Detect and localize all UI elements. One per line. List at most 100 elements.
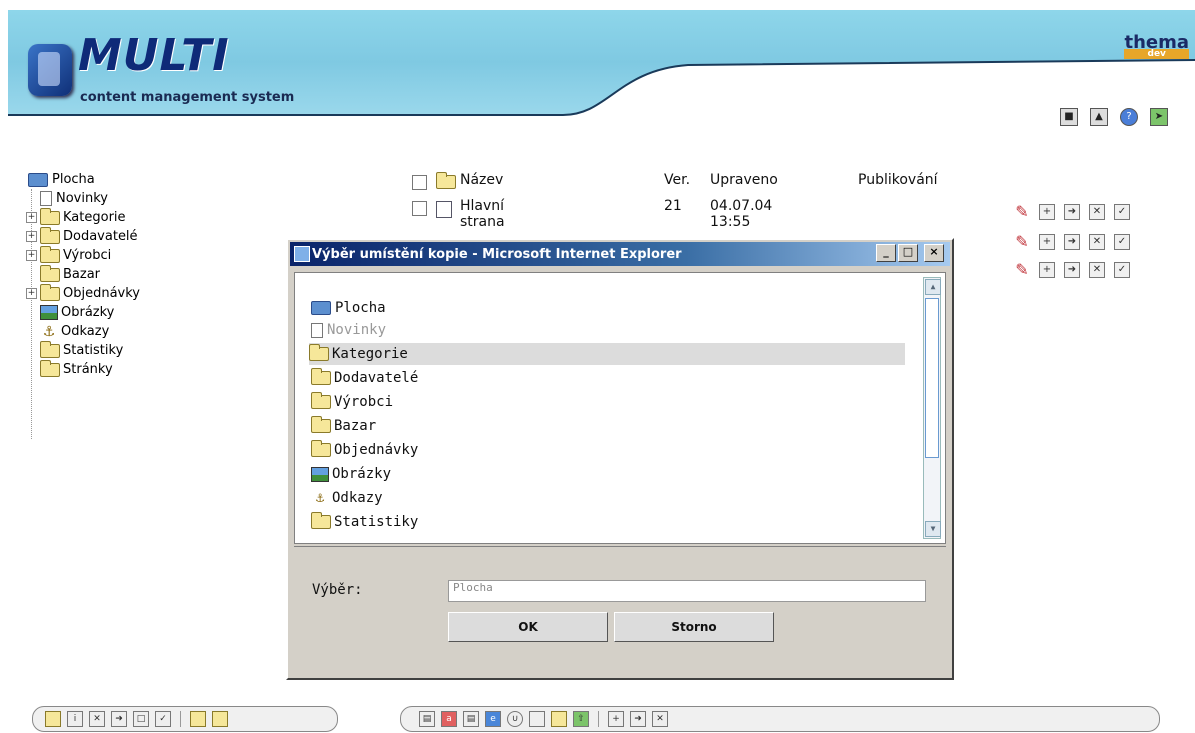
list-item[interactable]: Obrázky (311, 463, 391, 485)
publish-icon[interactable]: ✓ (1114, 204, 1130, 220)
folder-icon (40, 340, 60, 358)
move-icon[interactable]: ➜ (1064, 262, 1080, 278)
pdf-icon[interactable]: a (441, 711, 457, 727)
delete-icon[interactable]: ✕ (89, 711, 105, 727)
row-checkbox[interactable] (412, 201, 427, 216)
publish-icon[interactable]: ✓ (1114, 234, 1130, 250)
delete-icon[interactable]: ✕ (1089, 262, 1105, 278)
publish-icon[interactable]: ✓ (155, 711, 171, 727)
logo-cube-icon (28, 44, 72, 96)
page-toolbar: ▤ a ▤ e ∪ ⇧ + ➜ ✕ (400, 706, 1160, 732)
exit-icon[interactable]: ➤ (1150, 108, 1168, 126)
new-page-icon[interactable]: + (1039, 204, 1055, 220)
close-button[interactable]: × (924, 244, 944, 262)
tree-item-obrazky[interactable]: Obrázky (28, 303, 140, 322)
cell-modified: 04.07.04 13:55 (710, 198, 773, 230)
move-icon[interactable]: ➜ (630, 711, 646, 727)
selection-field[interactable]: Plocha (448, 580, 926, 602)
folder-icon (40, 283, 60, 301)
move-icon[interactable]: ➜ (1064, 234, 1080, 250)
row-actions: ✎ + ➜ ✕ ✓ (1014, 234, 1130, 250)
anchor-icon: ⚓ (315, 490, 325, 506)
info-icon[interactable]: i (67, 711, 83, 727)
page-icon (436, 201, 452, 218)
new-folder-icon[interactable] (45, 711, 61, 727)
blank-page-icon[interactable] (529, 711, 545, 727)
expand-icon[interactable]: + (26, 231, 37, 242)
web-icon[interactable]: e (485, 711, 501, 727)
tree-item-odkazy[interactable]: ⚓ Odkazy (28, 322, 140, 341)
list-item[interactable]: Statistiky (311, 511, 418, 533)
tree-item-plocha[interactable]: Plocha (28, 170, 140, 189)
move-icon[interactable]: ➜ (1064, 204, 1080, 220)
site-tree: Plocha Novinky + Kategorie + Dodavatelé + V… (26, 170, 140, 439)
users-icon[interactable]: ▲ (1090, 108, 1108, 126)
folder-icon (309, 344, 329, 361)
list-item[interactable]: Plocha (311, 297, 386, 319)
move-icon[interactable]: ➜ (111, 711, 127, 727)
list-item-selected[interactable]: Kategorie (309, 343, 905, 365)
expand-icon[interactable]: + (26, 250, 37, 261)
new-page-icon[interactable]: + (1039, 262, 1055, 278)
col-name[interactable]: Název (460, 172, 503, 188)
delete-icon[interactable]: ✕ (652, 711, 668, 727)
minimize-button[interactable]: _ (876, 244, 896, 262)
scroll-thumb[interactable] (925, 298, 939, 458)
tree-item-objednavky[interactable]: + Objednávky (26, 283, 140, 303)
col-modified[interactable]: Upraveno (710, 172, 778, 188)
select-all-checkbox[interactable] (412, 175, 427, 190)
edit-icon[interactable]: ✎ (1014, 234, 1030, 250)
ok-button[interactable]: OK (448, 612, 608, 642)
document-icon[interactable]: ▤ (463, 711, 479, 727)
new-page-icon[interactable]: + (1039, 234, 1055, 250)
upload-icon[interactable]: ⇧ (573, 711, 589, 727)
tree-item-bazar[interactable]: Bazar (28, 264, 140, 284)
maximize-button[interactable]: □ (898, 244, 918, 262)
document-icon (40, 191, 52, 206)
help-icon[interactable]: ? (1120, 108, 1138, 126)
dialog-title: Výběr umístění kopie - Microsoft Interne… (312, 246, 682, 262)
delete-icon[interactable]: ✕ (1089, 234, 1105, 250)
tree-item-kategorie[interactable]: + Kategorie (26, 207, 140, 227)
col-ver[interactable]: Ver. (664, 172, 690, 188)
copy-folder-icon[interactable] (190, 711, 206, 727)
tree-item-dodavatele[interactable]: + Dodavatelé (26, 226, 140, 246)
delete-icon[interactable]: ✕ (1089, 204, 1105, 220)
user-icon[interactable]: ■ (1060, 108, 1078, 126)
dialog-title-bar[interactable]: Výběr umístění kopie - Microsoft Interne… (290, 242, 950, 266)
new-page-icon[interactable]: ▤ (419, 711, 435, 727)
folder-icon (40, 245, 60, 263)
list-item[interactable]: Objednávky (311, 439, 418, 461)
tree-item-novinky[interactable]: Novinky (28, 189, 140, 208)
tree-item-statistiky[interactable]: Statistiky (28, 340, 140, 360)
list-item[interactable]: ⚓ Odkazy (311, 487, 383, 509)
logo-title: MULTI (78, 30, 230, 81)
location-list[interactable]: Plocha Novinky Kategorie Dodavatelé Výro… (294, 272, 946, 544)
cell-name[interactable]: Hlavní strana (460, 198, 505, 230)
edit-icon[interactable]: ✎ (1014, 204, 1030, 220)
selection-label: Výběr: (312, 582, 363, 598)
list-item[interactable]: Bazar (311, 415, 376, 437)
tree-toolbar: i ✕ ➜ □ ✓ (32, 706, 338, 732)
list-item[interactable]: Dodavatelé (311, 367, 418, 389)
expand-icon[interactable]: + (26, 288, 37, 299)
scroll-up-icon[interactable]: ▲ (925, 279, 941, 295)
properties-icon[interactable]: □ (133, 711, 149, 727)
book-icon[interactable]: ∪ (507, 711, 523, 727)
folder-open-icon[interactable] (551, 711, 567, 727)
list-item[interactable]: Výrobci (311, 391, 393, 413)
cancel-button[interactable]: Storno (614, 612, 774, 642)
col-published[interactable]: Publikování (858, 172, 938, 188)
paste-folder-icon[interactable] (212, 711, 228, 727)
add-page-icon[interactable]: + (608, 711, 624, 727)
folder-icon (40, 264, 60, 282)
scroll-down-icon[interactable]: ▼ (925, 521, 941, 537)
expand-icon[interactable]: + (26, 212, 37, 223)
publish-icon[interactable]: ✓ (1114, 262, 1130, 278)
row-actions: ✎ + ➜ ✕ ✓ (1014, 204, 1130, 220)
list-item: Novinky (311, 319, 386, 341)
tree-item-vyrobci[interactable]: + Výrobci (26, 245, 140, 265)
edit-icon[interactable]: ✎ (1014, 262, 1030, 278)
vertical-scrollbar[interactable]: ▲ ▼ (923, 277, 941, 539)
tree-item-stranky[interactable]: Stránky (28, 359, 140, 379)
